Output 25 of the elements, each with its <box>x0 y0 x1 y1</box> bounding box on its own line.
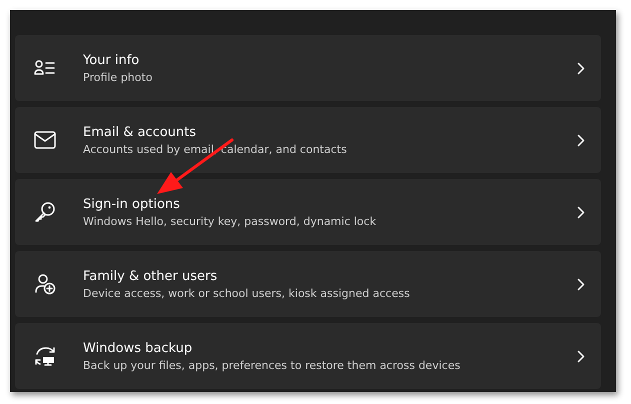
chevron-right-icon <box>577 206 585 218</box>
settings-card[interactable]: Email & accounts Accounts used by email, calendar, and contacts <box>15 107 601 173</box>
card-subtitle: Accounts used by email, calendar, and contacts <box>83 142 348 156</box>
chevron-right-icon <box>577 350 585 362</box>
settings-card[interactable]: Windows backup Back up your files, apps, preferences to restore them across devices <box>15 323 601 389</box>
card-subtitle: Back up your files, apps, preferences to restore them across devices <box>83 358 462 372</box>
sync-monitor-icon <box>34 345 56 367</box>
card-title: Windows backup <box>83 340 194 356</box>
card-subtitle: Windows Hello, security key, password, dynamic lock <box>83 214 378 228</box>
person-add-icon <box>34 273 56 295</box>
person-list-icon <box>34 59 56 77</box>
chevron-right-icon <box>577 134 585 146</box>
chevron-right-icon <box>577 278 585 290</box>
settings-card[interactable]: Sign-in options Windows Hello, security key, password, dynamic lock <box>15 179 601 245</box>
key-icon <box>34 201 56 223</box>
card-title: Email & accounts <box>83 124 198 140</box>
settings-card[interactable]: Your info Profile photo <box>15 35 601 101</box>
settings-card[interactable]: Family & other users Device access, work or school users, kiosk assigned access <box>15 251 601 317</box>
card-title: Family & other users <box>83 268 218 284</box>
card-title: Your info <box>83 52 140 68</box>
mail-icon <box>34 131 56 149</box>
card-title: Sign-in options <box>83 196 181 212</box>
chevron-right-icon <box>577 62 585 74</box>
card-subtitle: Profile photo <box>83 70 154 84</box>
card-subtitle: Device access, work or school users, kiosk assigned access <box>83 286 411 300</box>
